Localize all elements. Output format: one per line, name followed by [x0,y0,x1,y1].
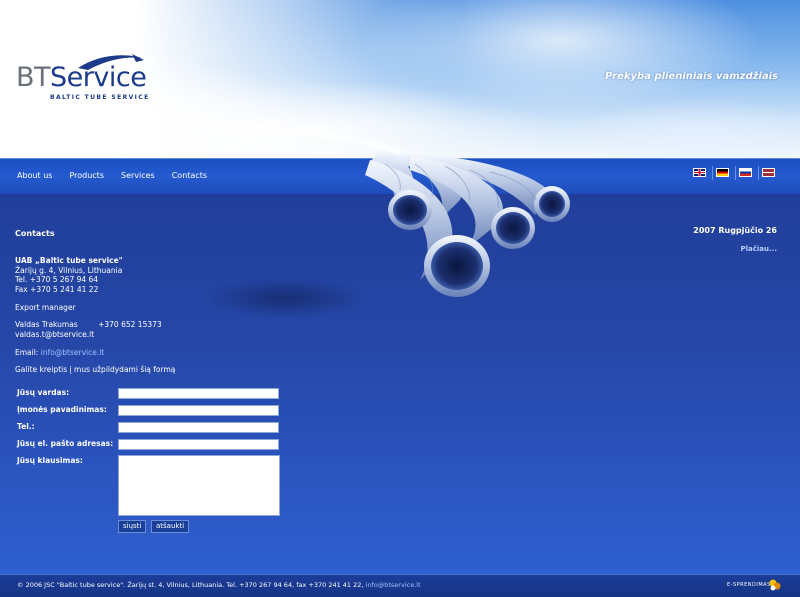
page: BTService BALTIC TUBE SERVICE Prekyba pl… [0,0,800,597]
company-input[interactable] [118,405,279,416]
footer-developer[interactable]: E-SPRENDIMAS [727,582,771,588]
form-intro: Galite kreiptis į mus užpildydami šią fo… [15,365,176,374]
nav-about-us[interactable]: About us [17,171,52,180]
logo[interactable]: BTService BALTIC TUBE SERVICE [16,52,156,102]
question-textarea[interactable] [118,455,280,516]
email-label: Email: [15,348,39,357]
email-line: Email: info@btservice.lt [15,348,104,357]
russia-flag-icon[interactable] [739,168,752,177]
developer-logo-icon[interactable] [768,578,782,592]
tel-label: Tel.: [17,422,35,431]
pipes-illustration [189,118,570,318]
nav-products[interactable]: Products [69,171,104,180]
email-field-label: Jūsų el. pašto adresas: [17,439,114,448]
footer-copyright: © 2006 JSC "Baltic tube service". Žarijų… [17,581,421,589]
company-label: Įmonės pavadinimas: [17,405,107,414]
manager-phone: +370 652 15373 [98,320,162,329]
latvia-flag-icon[interactable] [762,168,775,177]
email-link[interactable]: info@btservice.lt [41,348,105,357]
uk-flag-icon[interactable] [693,168,706,177]
manager-info: Valdas Trakumas +370 652 15373 valdas.t@… [15,320,162,340]
manager-name: Valdas Trakumas [15,320,78,329]
tel-input[interactable] [118,422,279,433]
nav-services[interactable]: Services [121,171,155,180]
submit-button[interactable]: siųsti [118,520,147,533]
question-label: Jūsų klausimas: [17,456,83,465]
company-fax: Fax +370 5 241 41 22 [15,284,99,294]
news-date: 2007 Rugpjūčio 26 [693,226,777,235]
name-label: Jūsų vardas: [17,388,70,397]
company-address: Žarijų g. 4, Vilnius, Lithuania [15,265,123,275]
company-name: UAB „Baltic tube service" [15,256,123,265]
germany-flag-icon[interactable] [716,168,729,177]
logo-wordmark: BTService [16,62,147,93]
company-info: UAB „Baltic tube service" Žarijų g. 4, V… [15,256,123,294]
company-tel: Tel. +370 5 267 94 64 [15,275,99,284]
page-title: Contacts [15,229,55,238]
export-manager-label: Export manager [15,303,76,312]
news-more-link[interactable]: Plačiau... [741,245,778,253]
tagline: Prekyba plieniniais vamzdžiais [605,71,778,82]
manager-email[interactable]: valdas.t@btservice.lt [15,330,162,340]
language-switcher [693,168,785,177]
name-input[interactable] [118,388,279,399]
logo-subtitle: BALTIC TUBE SERVICE [50,94,150,101]
footer-text: © 2006 JSC "Baltic tube service". Žarijų… [17,581,364,589]
email-input[interactable] [118,439,279,450]
footer-email-link[interactable]: info@btservice.lt [366,581,421,589]
cancel-button[interactable]: atšaukti [151,520,190,533]
